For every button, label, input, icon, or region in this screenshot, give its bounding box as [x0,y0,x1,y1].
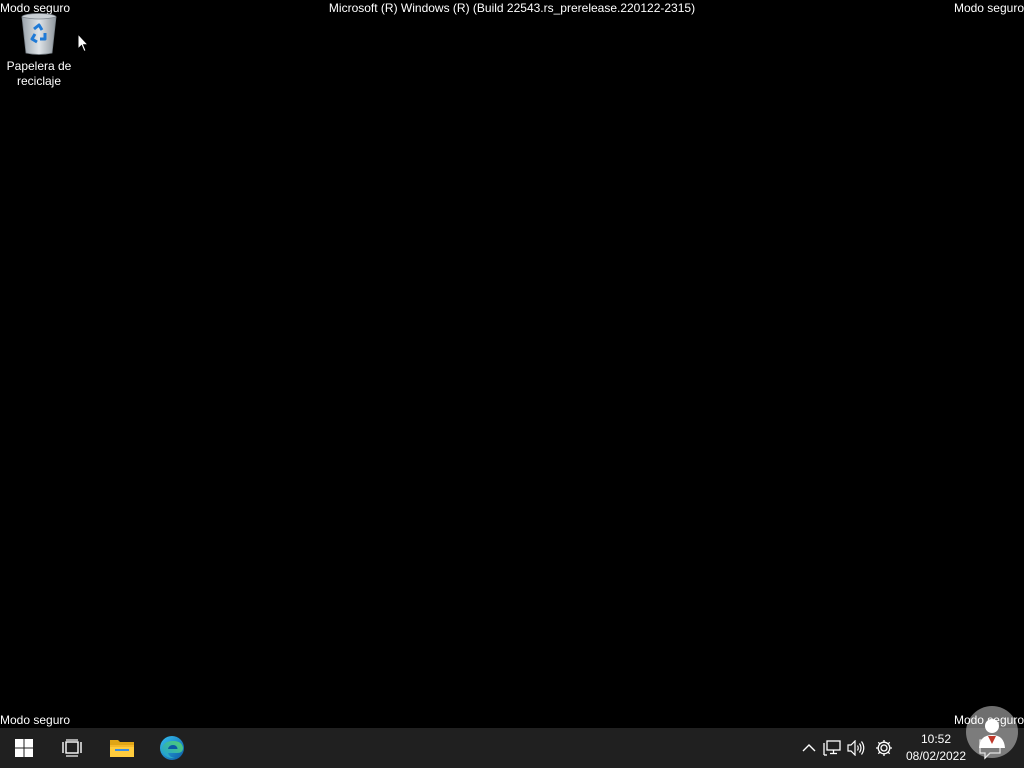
safe-mode-label-top-right: Modo seguro [953,1,1024,15]
volume-icon [847,740,865,756]
network-icon [823,740,841,756]
network-button[interactable] [822,738,842,758]
recycle-bin-icon [21,13,57,55]
desktop-icon-recycle-bin[interactable]: Papelera de reciclaje [4,10,74,92]
volume-button[interactable] [846,738,866,758]
task-view-icon [62,739,82,757]
file-explorer-button[interactable] [98,728,146,768]
start-button[interactable] [0,728,48,768]
windows-logo-icon [15,739,33,757]
mouse-cursor-icon [77,33,89,53]
settings-gear-icon [876,740,892,756]
clock-date: 08/02/2022 [905,749,967,763]
clock-time: 10:52 [920,732,952,746]
taskbar: 10:52 08/02/2022 [0,728,1024,768]
edge-button[interactable] [148,728,196,768]
chevron-up-icon [802,744,816,752]
clock[interactable]: 10:52 08/02/2022 [900,731,972,765]
task-view-button[interactable] [48,728,96,768]
safe-mode-label-bottom-left: Modo seguro [0,713,71,727]
show-hidden-icons-button[interactable] [799,738,819,758]
safe-mode-label-bottom-right: Modo seguro [953,713,1024,727]
folder-icon [110,740,134,757]
edge-browser-icon [160,736,184,760]
recycle-bin-label: Papelera de reciclaje [6,59,72,88]
settings-button[interactable] [874,738,894,758]
build-label: Microsoft (R) Windows (R) (Build 22543.r… [328,1,696,15]
desktop: Modo seguro Microsoft (R) Windows (R) (B… [0,0,1024,728]
